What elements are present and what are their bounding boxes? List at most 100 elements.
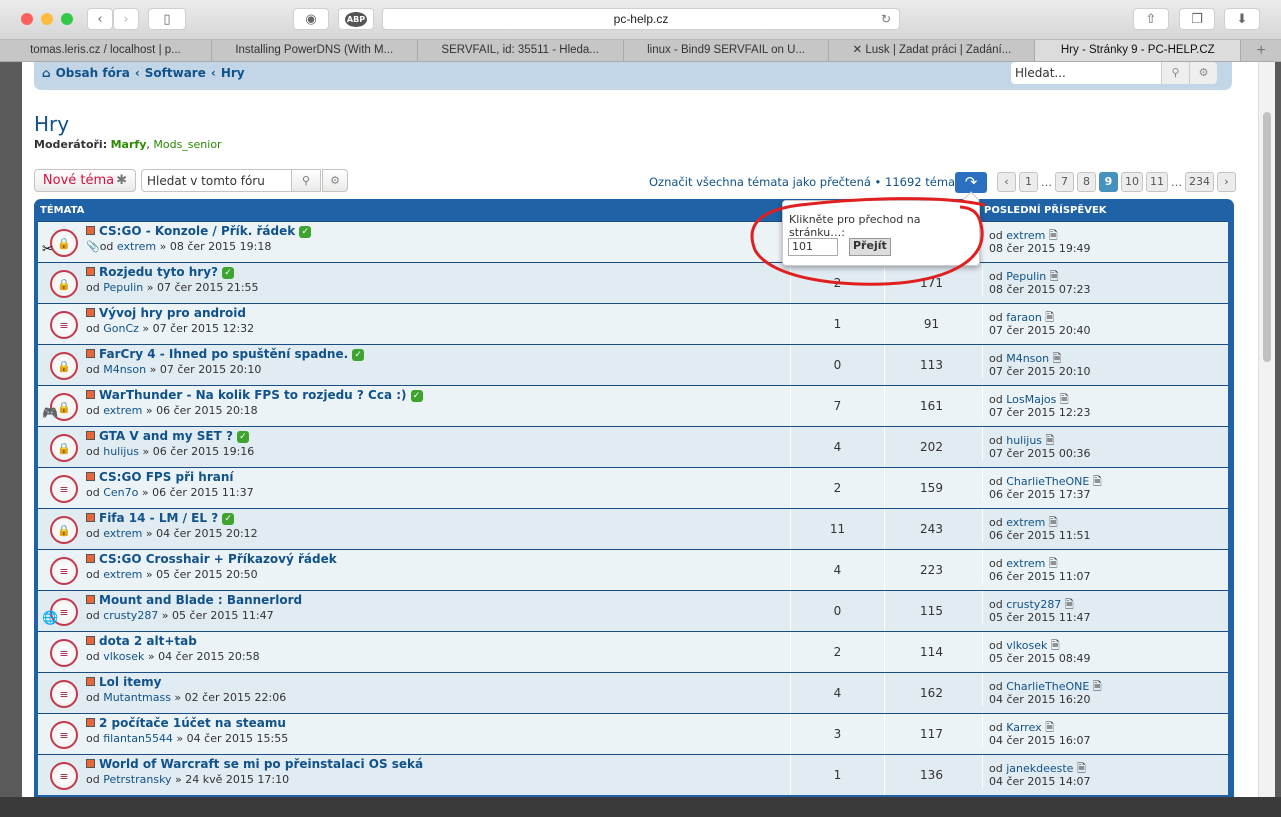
page-button[interactable]: 1 [1019, 172, 1038, 192]
gear-icon[interactable]: ⚙ [1189, 62, 1217, 84]
last-author-link[interactable]: extrem [1006, 229, 1045, 242]
last-author-link[interactable]: CharlieTheONE [1006, 475, 1089, 488]
page-button[interactable]: 11 [1146, 172, 1168, 192]
last-author-link[interactable]: CharlieTheONE [1006, 680, 1089, 693]
author-link[interactable]: vlkosek [103, 650, 144, 663]
forum-search-input[interactable]: Hledat v tomto fóru [141, 169, 292, 192]
reload-icon[interactable]: ↻ [881, 9, 891, 29]
new-post-icon[interactable] [86, 431, 95, 440]
view-latest-post-icon[interactable]: 🗎 [1049, 516, 1058, 529]
share-icon[interactable]: ⇧ [1133, 8, 1169, 30]
view-latest-post-icon[interactable]: 🗎 [1049, 229, 1058, 242]
browser-tab-active[interactable]: Hry - Stránky 9 - PC-HELP.CZ [1035, 40, 1242, 61]
author-link[interactable]: M4nson [103, 363, 146, 376]
topic-title-link[interactable]: FarCry 4 - Ihned po spuštění spadne. [99, 347, 348, 361]
author-link[interactable]: filantan5544 [103, 732, 173, 745]
topic-title-link[interactable]: WarThunder - Na kolik FPS to rozjedu ? C… [99, 388, 407, 402]
topic-title-link[interactable]: World of Warcraft se mi po přeinstalaci … [99, 757, 423, 771]
topic-title-link[interactable]: 2 počítače 1účet na steamu [99, 716, 286, 730]
search-input[interactable]: Hledat... [1011, 62, 1161, 84]
new-post-icon[interactable] [86, 349, 95, 358]
breadcrumb-link[interactable]: Hry [221, 66, 245, 80]
new-post-icon[interactable] [86, 595, 95, 604]
gear-icon[interactable]: ⚙ [322, 169, 348, 192]
author-link[interactable]: Petrstransky [103, 773, 171, 786]
new-post-icon[interactable] [86, 718, 95, 727]
topic-title-link[interactable]: GTA V and my SET ? [99, 429, 233, 443]
page-button[interactable]: 7 [1055, 172, 1074, 192]
new-post-icon[interactable] [86, 267, 95, 276]
author-link[interactable]: extrem [103, 568, 142, 581]
moderator-link[interactable]: Mods_senior [153, 138, 221, 151]
browser-tab[interactable]: Installing PowerDNS (With M... [212, 40, 418, 61]
author-link[interactable]: Mutantmass [103, 691, 171, 704]
new-post-icon[interactable] [86, 308, 95, 317]
view-latest-post-icon[interactable]: 🗎 [1053, 352, 1062, 365]
topic-title-link[interactable]: Vývoj hry pro android [99, 306, 246, 320]
moderator-link[interactable]: Marfy [111, 138, 147, 151]
last-author-link[interactable]: crusty287 [1006, 598, 1061, 611]
last-author-link[interactable]: faraon [1006, 311, 1042, 324]
view-latest-post-icon[interactable]: 🗎 [1065, 598, 1074, 611]
forward-button[interactable]: › [113, 8, 139, 30]
last-author-link[interactable]: extrem [1006, 557, 1045, 570]
topic-title-link[interactable]: Fifa 14 - LM / EL ? [99, 511, 218, 525]
author-link[interactable]: hulijus [103, 445, 139, 458]
last-author-link[interactable]: Pepulin [1006, 270, 1046, 283]
mark-all-read-link[interactable]: Označit všechna témata jako přečtená [649, 175, 871, 189]
view-latest-post-icon[interactable]: 🗎 [1060, 393, 1069, 406]
browser-tab[interactable]: tomas.leris.cz / localhost | p... [0, 40, 212, 61]
page-number-input[interactable]: 101 [788, 238, 838, 256]
browser-tab[interactable]: SERVFAIL, id: 35511 - Hleda... [418, 40, 624, 61]
minimize-window-button[interactable] [41, 13, 53, 25]
jump-to-page-button[interactable]: ↷ [955, 172, 987, 193]
topic-title-link[interactable]: dota 2 alt+tab [99, 634, 197, 648]
downloads-icon[interactable]: ⬇ [1224, 8, 1260, 30]
author-link[interactable]: extrem [103, 527, 142, 540]
new-post-icon[interactable] [86, 472, 95, 481]
breadcrumb-link[interactable]: Obsah fóra [56, 66, 130, 80]
scrollbar-thumb[interactable] [1263, 112, 1271, 362]
author-link[interactable]: extrem [117, 240, 156, 253]
last-author-link[interactable]: hulijus [1006, 434, 1042, 447]
view-latest-post-icon[interactable]: 🗎 [1051, 639, 1060, 652]
topic-title-link[interactable]: Mount and Blade : Bannerlord [99, 593, 302, 607]
author-link[interactable]: extrem [103, 404, 142, 417]
view-latest-post-icon[interactable]: 🗎 [1045, 721, 1054, 734]
page-button[interactable]: 234 [1185, 172, 1214, 192]
maximize-window-button[interactable] [61, 13, 73, 25]
prev-page-button[interactable]: ‹ [997, 172, 1016, 192]
last-author-link[interactable]: janekdeeste [1006, 762, 1073, 775]
search-icon[interactable]: ⚲ [1161, 62, 1189, 84]
last-author-link[interactable]: LosMajos [1006, 393, 1056, 406]
author-link[interactable]: Cen7o [103, 486, 138, 499]
page-button[interactable]: 8 [1077, 172, 1096, 192]
new-post-icon[interactable] [86, 226, 95, 235]
new-post-icon[interactable] [86, 636, 95, 645]
new-post-icon[interactable] [86, 554, 95, 563]
tabs-overview-icon[interactable]: ❐ [1179, 8, 1215, 30]
scrollbar[interactable] [1258, 62, 1275, 797]
topic-title-link[interactable]: CS:GO Crosshair + Příkazový řádek [99, 552, 337, 566]
author-link[interactable]: crusty287 [103, 609, 158, 622]
view-latest-post-icon[interactable]: 🗎 [1077, 762, 1086, 775]
view-latest-post-icon[interactable]: 🗎 [1049, 557, 1058, 570]
topic-title-link[interactable]: CS:GO - Konzole / Přík. řádek [99, 224, 295, 238]
next-page-button[interactable]: › [1217, 172, 1236, 192]
close-window-button[interactable] [21, 13, 33, 25]
last-author-link[interactable]: M4nson [1006, 352, 1049, 365]
last-author-link[interactable]: vlkosek [1006, 639, 1047, 652]
extension-icon[interactable]: ◉ [293, 8, 329, 30]
topic-title-link[interactable]: CS:GO FPS při hraní [99, 470, 234, 484]
view-latest-post-icon[interactable]: 🗎 [1046, 434, 1055, 447]
view-latest-post-icon[interactable]: 🗎 [1050, 270, 1059, 283]
new-post-icon[interactable] [86, 390, 95, 399]
new-topic-button[interactable]: Nové téma ✱ [34, 169, 136, 192]
topic-title-link[interactable]: Rozjedu tyto hry? [99, 265, 218, 279]
new-tab-button[interactable]: + [1241, 40, 1281, 61]
search-icon[interactable]: ⚲ [291, 169, 321, 192]
new-post-icon[interactable] [86, 759, 95, 768]
view-latest-post-icon[interactable]: 🗎 [1045, 311, 1054, 324]
new-post-icon[interactable] [86, 677, 95, 686]
topic-title-link[interactable]: Lol itemy [99, 675, 162, 689]
